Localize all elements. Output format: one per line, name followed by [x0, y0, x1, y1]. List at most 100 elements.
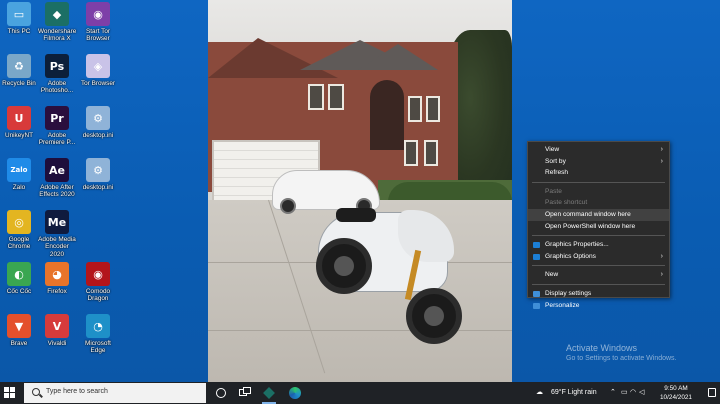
context-menu-item[interactable]: Open PowerShell window here — [528, 221, 669, 233]
desktop-icon[interactable]: ◆ Wondershare Filmora X — [38, 2, 76, 43]
battery-icon[interactable]: ▭ — [621, 382, 628, 404]
display-icon — [533, 290, 540, 297]
comodo-dragon-icon: ◉ — [86, 262, 110, 286]
desktop-icon[interactable]: ▼ Brave — [0, 314, 38, 347]
computer-icon: ▭ — [7, 2, 31, 26]
desktop-icon[interactable]: ◕ Firefox — [38, 262, 76, 295]
activate-windows-title: Activate Windows — [566, 343, 638, 353]
context-menu-item[interactable]: Personalize — [528, 300, 669, 312]
context-menu-item-label: Open command window here — [545, 210, 631, 218]
context-menu-item: Paste shortcut — [528, 197, 669, 209]
coccoc-icon: ◐ — [7, 262, 31, 286]
vivaldi-icon: V — [45, 314, 69, 338]
context-menu-separator — [532, 265, 665, 267]
desktop-icon[interactable]: Pr Adobe Premiere P... — [38, 106, 76, 147]
desktop-icon[interactable]: Me Adobe Media Encoder 2020 — [38, 210, 76, 258]
desktop[interactable]: ▭ This PC ◆ Wondershare Filmora X ◉ Start Tor… — [0, 0, 720, 382]
action-center-icon[interactable] — [708, 388, 716, 397]
desktop-icon-label: Adobe After Effects 2020 — [39, 184, 75, 199]
unikey-icon: U — [7, 106, 31, 130]
filmora-icon: ◆ — [45, 2, 69, 26]
desktop-icon-label: Zalo — [12, 184, 26, 191]
media-encoder-icon: Me — [45, 210, 69, 234]
edge-icon: ◔ — [86, 314, 110, 338]
context-menu-item-label: Refresh — [545, 169, 569, 177]
desktop-icon-label: desktop.ini — [82, 132, 114, 139]
context-menu-item-label: Sort by — [545, 157, 566, 165]
desktop-icon-label: Brave — [10, 340, 28, 347]
desktop-icon[interactable]: Ae Adobe After Effects 2020 — [38, 158, 76, 199]
taskbar-search-box[interactable]: Type here to search — [24, 383, 206, 403]
submenu-arrow-icon: › — [660, 271, 663, 279]
cloud-rain-icon[interactable]: ☁ — [536, 382, 548, 404]
context-menu-item-label: Graphics Options — [545, 252, 596, 260]
desktop-icon-label: Google Chrome — [7, 236, 31, 251]
filmora-taskbar-icon[interactable] — [262, 386, 276, 404]
context-menu-item[interactable]: Open command window here — [528, 208, 669, 221]
task-view-icon[interactable] — [238, 386, 252, 400]
ini-file-icon: ⚙ — [86, 106, 110, 130]
volume-icon[interactable]: ◁ — [639, 382, 644, 404]
taskbar-clock[interactable]: 9:50 AM 10/24/2021 — [648, 384, 704, 402]
desktop-icon-label: Start Tor Browser — [85, 28, 111, 43]
desktop-icon-label: Comodo Dragon — [85, 288, 111, 303]
premiere-icon: Pr — [45, 106, 69, 130]
chrome-icon: ◎ — [7, 210, 31, 234]
tor-folder-icon: ◈ — [86, 54, 110, 78]
weather-widget[interactable]: 69°F Light rain — [551, 382, 597, 404]
desktop-icon[interactable]: ◉ Start Tor Browser — [79, 2, 117, 43]
desktop-icon[interactable]: ◉ Comodo Dragon — [79, 262, 117, 303]
context-menu-separator — [532, 235, 665, 237]
search-icon — [32, 388, 40, 396]
desktop-icon[interactable]: ♻ Recycle Bin — [0, 54, 38, 87]
desktop-icon[interactable]: ◈ Tor Browser — [79, 54, 117, 87]
personalize-icon — [533, 302, 540, 309]
context-menu-item[interactable]: New › — [528, 269, 669, 281]
cortana-icon[interactable] — [214, 386, 228, 400]
after-effects-icon: Ae — [45, 158, 69, 182]
desktop-icon-label: Recycle Bin — [2, 80, 36, 87]
desktop-icon[interactable]: Zalo Zalo — [0, 158, 38, 191]
desktop-icon-label: Adobe Premiere P... — [38, 132, 76, 147]
submenu-arrow-icon: › — [660, 252, 663, 260]
wallpaper-photo — [208, 0, 512, 382]
desktop-icon-label: UnikeyNT — [4, 132, 34, 139]
desktop-icon-label: Tor Browser — [80, 80, 116, 87]
context-menu-item-label: New — [545, 271, 559, 279]
context-menu-item-label: Personalize — [545, 301, 580, 309]
context-menu-separator — [532, 181, 665, 183]
activate-windows-subtitle: Go to Settings to activate Windows. — [566, 355, 677, 362]
desktop-icon[interactable]: U UnikeyNT — [0, 106, 38, 139]
desktop-icon[interactable]: ◐ Cốc Cốc — [0, 262, 38, 295]
photoshop-icon: Ps — [45, 54, 69, 78]
brave-icon: ▼ — [7, 314, 31, 338]
desktop-icon[interactable]: ◎ Google Chrome — [0, 210, 38, 251]
desktop-icon-label: desktop.ini — [82, 184, 114, 191]
ini-file-icon: ⚙ — [86, 158, 110, 182]
zalo-icon: Zalo — [7, 158, 31, 182]
desktop-icon[interactable]: ◔ Microsoft Edge — [79, 314, 117, 355]
desktop-icon[interactable]: V Vivaldi — [38, 314, 76, 347]
desktop-icon[interactable]: ▭ This PC — [0, 2, 38, 35]
context-menu-item[interactable]: Refresh — [528, 167, 669, 179]
network-icon[interactable]: ◠ — [630, 382, 636, 404]
taskbar: Type here to search ☁ 69°F Light rain ⌃ … — [0, 382, 720, 404]
context-menu-item[interactable]: Sort by › — [528, 156, 669, 168]
context-menu-item[interactable]: Display settings — [528, 288, 669, 300]
firefox-icon: ◕ — [45, 262, 69, 286]
desktop-icon[interactable]: ⚙ desktop.ini — [79, 158, 117, 191]
context-menu-item[interactable]: View › — [528, 144, 669, 156]
context-menu-item[interactable]: Graphics Properties... — [528, 239, 669, 251]
context-menu-separator — [532, 283, 665, 285]
desktop-icon-label: Wondershare Filmora X — [38, 28, 77, 43]
desktop-icon[interactable]: Ps Adobe Photosho... — [38, 54, 76, 95]
show-hidden-icons-icon[interactable]: ⌃ — [610, 382, 616, 404]
edge-taskbar-icon[interactable] — [288, 386, 302, 400]
desktop-icon-label: This PC — [7, 28, 31, 35]
clock-time: 9:50 AM — [664, 385, 688, 392]
desktop-icon-label: Adobe Photosho... — [40, 80, 74, 95]
context-menu-item[interactable]: Graphics Options › — [528, 251, 669, 263]
desktop-icon[interactable]: ⚙ desktop.ini — [79, 106, 117, 139]
clock-date: 10/24/2021 — [660, 394, 692, 401]
start-button[interactable] — [4, 387, 16, 399]
